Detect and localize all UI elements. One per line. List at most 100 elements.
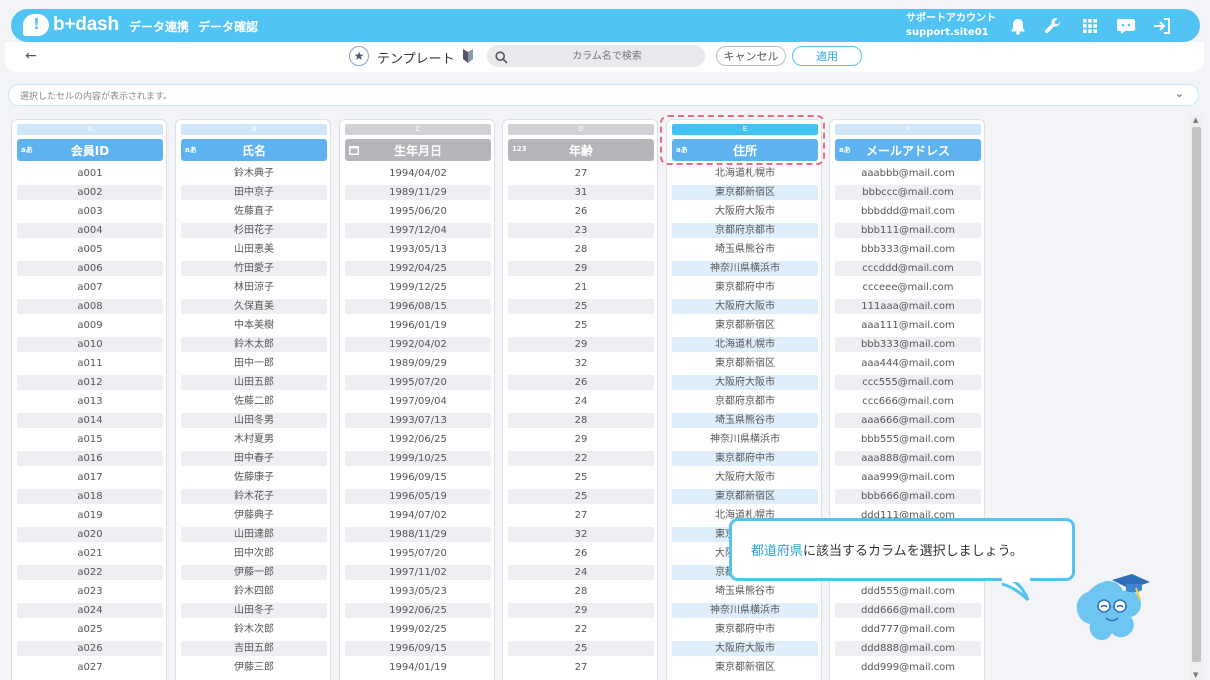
search-input[interactable]: [517, 47, 697, 65]
table-cell[interactable]: a023: [17, 582, 163, 601]
table-cell[interactable]: 中本美樹: [181, 316, 327, 335]
table-cell[interactable]: 1996/09/15: [345, 639, 491, 658]
table-cell[interactable]: a022: [17, 563, 163, 582]
column-c[interactable]: C 生年月日 1994/04/02 1989/11/29 1995/06/20 199…: [339, 119, 495, 680]
table-cell[interactable]: a018: [17, 487, 163, 506]
logout-icon[interactable]: [1151, 15, 1173, 37]
table-cell[interactable]: a014: [17, 411, 163, 430]
table-cell[interactable]: 1995/07/20: [345, 544, 491, 563]
table-cell[interactable]: 1996/01/19: [345, 316, 491, 335]
table-cell[interactable]: 25: [508, 487, 654, 506]
table-cell[interactable]: 1996/05/19: [345, 487, 491, 506]
table-cell[interactable]: bbb666@mail.com: [835, 487, 981, 506]
table-cell[interactable]: ccceee@mail.com: [835, 278, 981, 297]
table-cell[interactable]: 大阪府大阪市: [672, 373, 818, 392]
table-cell[interactable]: 21: [508, 278, 654, 297]
table-cell[interactable]: a013: [17, 392, 163, 411]
column-f[interactable]: F aあ メールアドレス aaabbb@mail.com bbbccc@mail.…: [829, 119, 985, 680]
table-cell[interactable]: a005: [17, 240, 163, 259]
table-cell[interactable]: 東京都新宿区: [672, 658, 818, 677]
table-cell[interactable]: 111aaa@mail.com: [835, 297, 981, 316]
table-cell[interactable]: 久保直美: [181, 297, 327, 316]
table-cell[interactable]: a004: [17, 221, 163, 240]
table-cell[interactable]: 神奈川県横浜市: [672, 259, 818, 278]
table-cell[interactable]: 1989/09/29: [345, 354, 491, 373]
table-cell[interactable]: 1997/11/02: [345, 563, 491, 582]
table-cell[interactable]: 29: [508, 335, 654, 354]
table-cell[interactable]: a016: [17, 449, 163, 468]
table-cell[interactable]: ddd999@mail.com: [835, 658, 981, 677]
scroll-down-icon[interactable]: ▼: [1193, 671, 1198, 679]
table-cell[interactable]: 大阪府大阪市: [672, 297, 818, 316]
column-a[interactable]: A aあ 会員ID a001 a002 a003 a004 a005 a006 a007 a0…: [11, 119, 167, 680]
vertical-scrollbar[interactable]: ▲ ▼: [1190, 115, 1203, 680]
table-cell[interactable]: 田中一郎: [181, 354, 327, 373]
table-cell[interactable]: 1996/08/15: [345, 297, 491, 316]
column-letter[interactable]: E: [672, 124, 818, 135]
table-cell[interactable]: 28: [508, 411, 654, 430]
table-cell[interactable]: a008: [17, 297, 163, 316]
table-cell[interactable]: a009: [17, 316, 163, 335]
column-letter[interactable]: C: [345, 124, 491, 135]
table-cell[interactable]: 31: [508, 183, 654, 202]
table-cell[interactable]: 25: [508, 316, 654, 335]
column-letter[interactable]: A: [17, 124, 163, 135]
table-cell[interactable]: 32: [508, 354, 654, 373]
table-cell[interactable]: 1997/09/04: [345, 392, 491, 411]
table-cell[interactable]: 鈴木太郎: [181, 335, 327, 354]
table-cell[interactable]: 鈴木典子: [181, 164, 327, 183]
table-cell[interactable]: 1993/05/23: [345, 582, 491, 601]
column-letter[interactable]: D: [508, 124, 654, 135]
table-cell[interactable]: 山田恵美: [181, 240, 327, 259]
table-cell[interactable]: a015: [17, 430, 163, 449]
table-cell[interactable]: aaa111@mail.com: [835, 316, 981, 335]
table-cell[interactable]: 25: [508, 297, 654, 316]
table-cell[interactable]: 山田五郎: [181, 373, 327, 392]
table-cell[interactable]: 埼玉県熊谷市: [672, 411, 818, 430]
table-cell[interactable]: aaa444@mail.com: [835, 354, 981, 373]
table-cell[interactable]: 神奈川県横浜市: [672, 430, 818, 449]
column-search-box[interactable]: [487, 45, 705, 67]
nav-link-data-integration[interactable]: データ連携: [129, 18, 189, 35]
table-cell[interactable]: 22: [508, 449, 654, 468]
table-cell[interactable]: 大阪府大阪市: [672, 468, 818, 487]
table-cell[interactable]: 27: [508, 506, 654, 525]
grid-icon[interactable]: [1079, 15, 1101, 37]
table-cell[interactable]: a012: [17, 373, 163, 392]
table-cell[interactable]: ddd777@mail.com: [835, 620, 981, 639]
table-cell[interactable]: 26: [508, 373, 654, 392]
column-b[interactable]: B aあ 氏名 鈴木典子 田中京子 佐藤直子 杉田花子 山田恵美 竹田愛子 林田涼子 久保直美…: [175, 119, 331, 680]
table-cell[interactable]: 神奈川県横浜市: [672, 601, 818, 620]
table-cell[interactable]: a019: [17, 506, 163, 525]
scroll-up-icon[interactable]: ▲: [1193, 116, 1198, 124]
table-cell[interactable]: 木村夏男: [181, 430, 327, 449]
table-cell[interactable]: 1993/07/13: [345, 411, 491, 430]
table-cell[interactable]: aaa888@mail.com: [835, 449, 981, 468]
nav-link-data-check[interactable]: データ確認: [198, 18, 258, 35]
table-cell[interactable]: 京都府京都市: [672, 221, 818, 240]
table-cell[interactable]: 25: [508, 639, 654, 658]
table-cell[interactable]: 山田冬子: [181, 601, 327, 620]
table-cell[interactable]: 北海道札幌市: [672, 335, 818, 354]
table-cell[interactable]: 29: [508, 259, 654, 278]
table-cell[interactable]: 大阪府大阪市: [672, 639, 818, 658]
table-cell[interactable]: 伊藤典子: [181, 506, 327, 525]
table-cell[interactable]: bbbccc@mail.com: [835, 183, 981, 202]
column-header[interactable]: aあ メールアドレス: [835, 139, 981, 161]
table-cell[interactable]: 大阪府大阪市: [672, 202, 818, 221]
bell-icon[interactable]: [1007, 15, 1029, 37]
table-cell[interactable]: a007: [17, 278, 163, 297]
table-cell[interactable]: 1992/06/25: [345, 430, 491, 449]
table-cell[interactable]: 1995/06/20: [345, 202, 491, 221]
table-cell[interactable]: 25: [508, 468, 654, 487]
table-cell[interactable]: bbb111@mail.com: [835, 221, 981, 240]
table-cell[interactable]: 林田涼子: [181, 278, 327, 297]
column-header[interactable]: 生年月日: [345, 139, 491, 161]
table-cell[interactable]: a020: [17, 525, 163, 544]
app-logo[interactable]: b+dash: [23, 14, 119, 36]
table-cell[interactable]: 22: [508, 620, 654, 639]
table-cell[interactable]: bbb555@mail.com: [835, 430, 981, 449]
table-cell[interactable]: 1999/02/25: [345, 620, 491, 639]
table-cell[interactable]: a011: [17, 354, 163, 373]
table-cell[interactable]: 1995/07/20: [345, 373, 491, 392]
